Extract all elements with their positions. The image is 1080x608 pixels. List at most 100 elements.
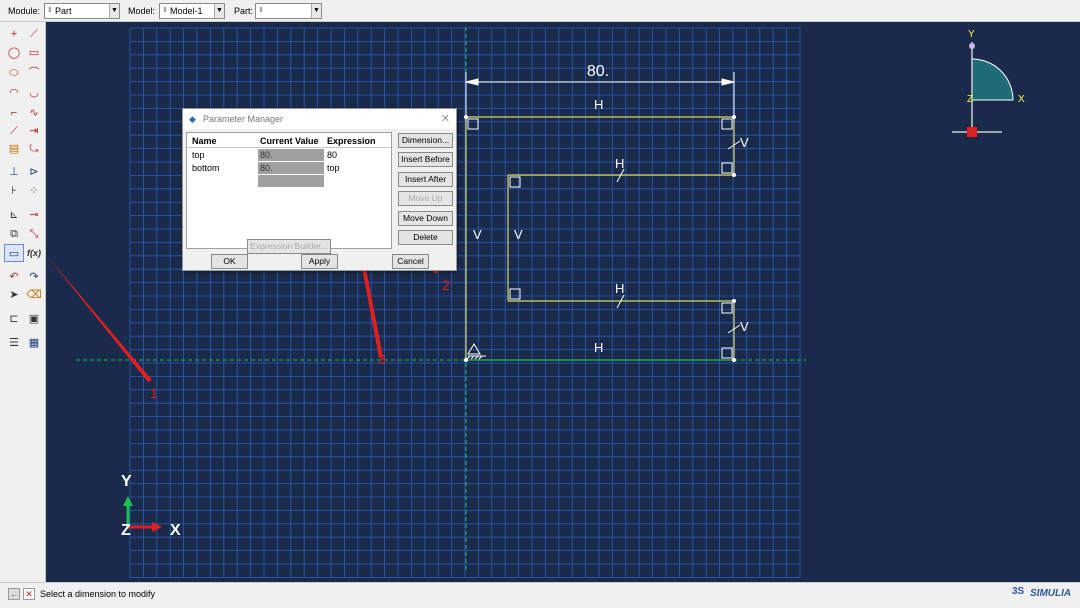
spinner-icon: ⇕ (162, 7, 168, 14)
eraser-icon[interactable]: ⌫ (24, 286, 44, 304)
column-header-current-value: Current Value (260, 136, 319, 146)
mirror-icon[interactable]: ⇥ (24, 122, 44, 140)
module-label: Module: (8, 6, 41, 16)
chevron-down-icon[interactable]: ▼ (214, 4, 224, 18)
dialog-titlebar[interactable]: ◆ Parameter Manager ✕ (183, 109, 456, 129)
prompt-area: ← ✕ Select a dimension to modify 3S SIMU… (0, 582, 1080, 608)
delete-button[interactable]: Delete (398, 230, 453, 245)
text-icon[interactable]: ▤ (4, 140, 24, 158)
fx-icon[interactable]: f(x) (24, 244, 44, 262)
spinner-icon: ⇕ (47, 7, 53, 14)
chevron-down-icon[interactable]: ▼ (311, 4, 321, 18)
view-triad-z: Z (967, 94, 973, 105)
grid-points-icon[interactable]: ⁘ (24, 182, 44, 200)
save-sketch-icon[interactable]: ▣ (24, 310, 44, 328)
arc-icon[interactable]: ⌒ (24, 64, 44, 82)
column-header-name: Name (192, 136, 217, 146)
annotation-arrow-1 (46, 254, 152, 382)
constraint-icon[interactable]: ⊥ (4, 163, 24, 181)
abaqus-icon: ◆ (189, 114, 196, 124)
cancel-button[interactable]: Cancel (392, 254, 429, 269)
move-icon[interactable]: ⤡ (24, 225, 44, 243)
param-current-value (258, 175, 324, 187)
parameter-manager-icon[interactable]: ▭ (4, 244, 24, 262)
param-expression[interactable] (327, 175, 389, 187)
arc-three-points-icon[interactable]: ◠ (4, 84, 24, 102)
undo-icon[interactable]: ↶ (4, 268, 24, 286)
select-arrow-icon[interactable]: ➤ (4, 286, 24, 304)
dimension-icon[interactable]: ⊦ (4, 182, 24, 200)
fixed-constraint-icon (466, 343, 486, 360)
part-label: Part: (234, 6, 254, 16)
svg-text:V: V (514, 227, 523, 242)
spinner-icon: ⇕ (258, 7, 264, 14)
svg-text:V: V (740, 135, 749, 150)
redo-icon[interactable]: ↷ (24, 268, 44, 286)
annotation-3: 3 (378, 351, 386, 367)
svg-text:V: V (473, 227, 482, 242)
svg-text:H: H (594, 340, 603, 355)
insert-after-button[interactable]: Insert After (398, 172, 453, 187)
dimension-value[interactable]: 80. (587, 63, 609, 80)
column-header-expression: Expression (327, 136, 376, 146)
context-bar: Module: ⇕ Part ▼ Model: ⇕ Model-1 ▼ Part… (0, 0, 1080, 22)
ellipse-icon[interactable]: ⬭ (4, 64, 24, 82)
chevron-down-icon[interactable]: ▼ (109, 4, 119, 18)
module-combo[interactable]: ⇕ Part ▼ (44, 3, 120, 19)
apply-button[interactable]: Apply (301, 254, 338, 269)
sketch-profile[interactable] (465, 116, 735, 360)
svg-text:H: H (615, 156, 624, 171)
param-current-value: 80. (258, 162, 324, 174)
param-name: bottom (192, 163, 220, 173)
sketch-options-icon[interactable]: ⊏ (4, 310, 24, 328)
dimension-button[interactable]: Dimension... (398, 133, 453, 148)
view-triad-x: X (1018, 94, 1025, 105)
arc-tangent-icon[interactable]: ◡ (24, 84, 44, 102)
rectangle-icon[interactable]: ▭ (24, 44, 44, 62)
mirror-constraint-icon[interactable]: ⊳ (24, 163, 44, 181)
close-icon[interactable]: ✕ (441, 109, 450, 129)
copy-icon[interactable]: ⧉ (4, 225, 24, 243)
param-expression[interactable]: top (327, 162, 389, 174)
auto-dimension-icon[interactable]: ⊸ (24, 206, 44, 224)
prompt-text: Select a dimension to modify (40, 589, 156, 599)
sketch-toolbox: + ⟋ ◯ ▭ ⬭ ⌒ ◠ ◡ ⌐ ∿ ⟋ ⇥ ▤ ⤿ ⊥ ⊳ ⊦ ⁘ ⊾ ⊸ … (0, 22, 46, 582)
model-value: Model-1 (170, 6, 203, 16)
back-arrow-icon[interactable]: ← (8, 588, 20, 600)
cancel-x-icon[interactable]: ✕ (23, 588, 35, 600)
ok-button[interactable]: OK (211, 254, 248, 269)
list-icon[interactable]: ☰ (4, 334, 24, 352)
constraint-labels: H H H H V V V V (473, 97, 749, 355)
move-up-button[interactable]: Move Up (398, 191, 453, 206)
parameter-manager-dialog: ◆ Parameter Manager ✕ Name Current Value… (182, 108, 457, 271)
svg-text:H: H (594, 97, 603, 112)
triad-x-label: X (170, 522, 181, 539)
parameter-table: Name Current Value Expression top 80. 80… (186, 132, 392, 254)
param-name: top (192, 150, 205, 160)
edit-dimension-icon[interactable]: ⊾ (4, 206, 24, 224)
view-triad: Y X Z (952, 29, 1025, 137)
table-icon[interactable]: ▦ (24, 334, 44, 352)
spline-icon[interactable]: ∿ (24, 104, 44, 122)
brand-name: SIMULIA (1030, 588, 1072, 599)
insert-before-button[interactable]: Insert Before (398, 152, 453, 167)
sketch-viewport[interactable]: 80. H H H H V V V V 1 2 3 Y X Z Y X Z (46, 22, 1080, 582)
param-current-value: 80. (258, 149, 324, 161)
offset-icon[interactable]: ⤿ (24, 140, 44, 158)
connected-lines-icon[interactable]: ⟋ (24, 25, 44, 43)
param-expression[interactable]: 80 (327, 149, 389, 161)
sketch-canvas: 80. H H H H V V V V 1 2 3 Y X Z Y X Z (46, 27, 1025, 578)
annotation-2: 2 (442, 277, 450, 293)
fillet-icon[interactable]: ⌐ (4, 104, 24, 122)
expression-builder-button[interactable]: Expression Builder... (247, 239, 331, 254)
part-combo[interactable]: ⇕ ▼ (255, 3, 322, 19)
param-name[interactable] (192, 175, 252, 187)
isolated-point-icon[interactable]: + (4, 25, 24, 43)
svg-text:H: H (615, 281, 624, 296)
construction-line-icon[interactable]: ⟋ (4, 122, 24, 140)
move-down-button[interactable]: Move Down (398, 211, 453, 226)
circle-icon[interactable]: ◯ (4, 44, 24, 62)
annotation-1: 1 (150, 385, 158, 401)
sketch-triad: Y X Z (121, 473, 181, 539)
model-combo[interactable]: ⇕ Model-1 ▼ (159, 3, 225, 19)
